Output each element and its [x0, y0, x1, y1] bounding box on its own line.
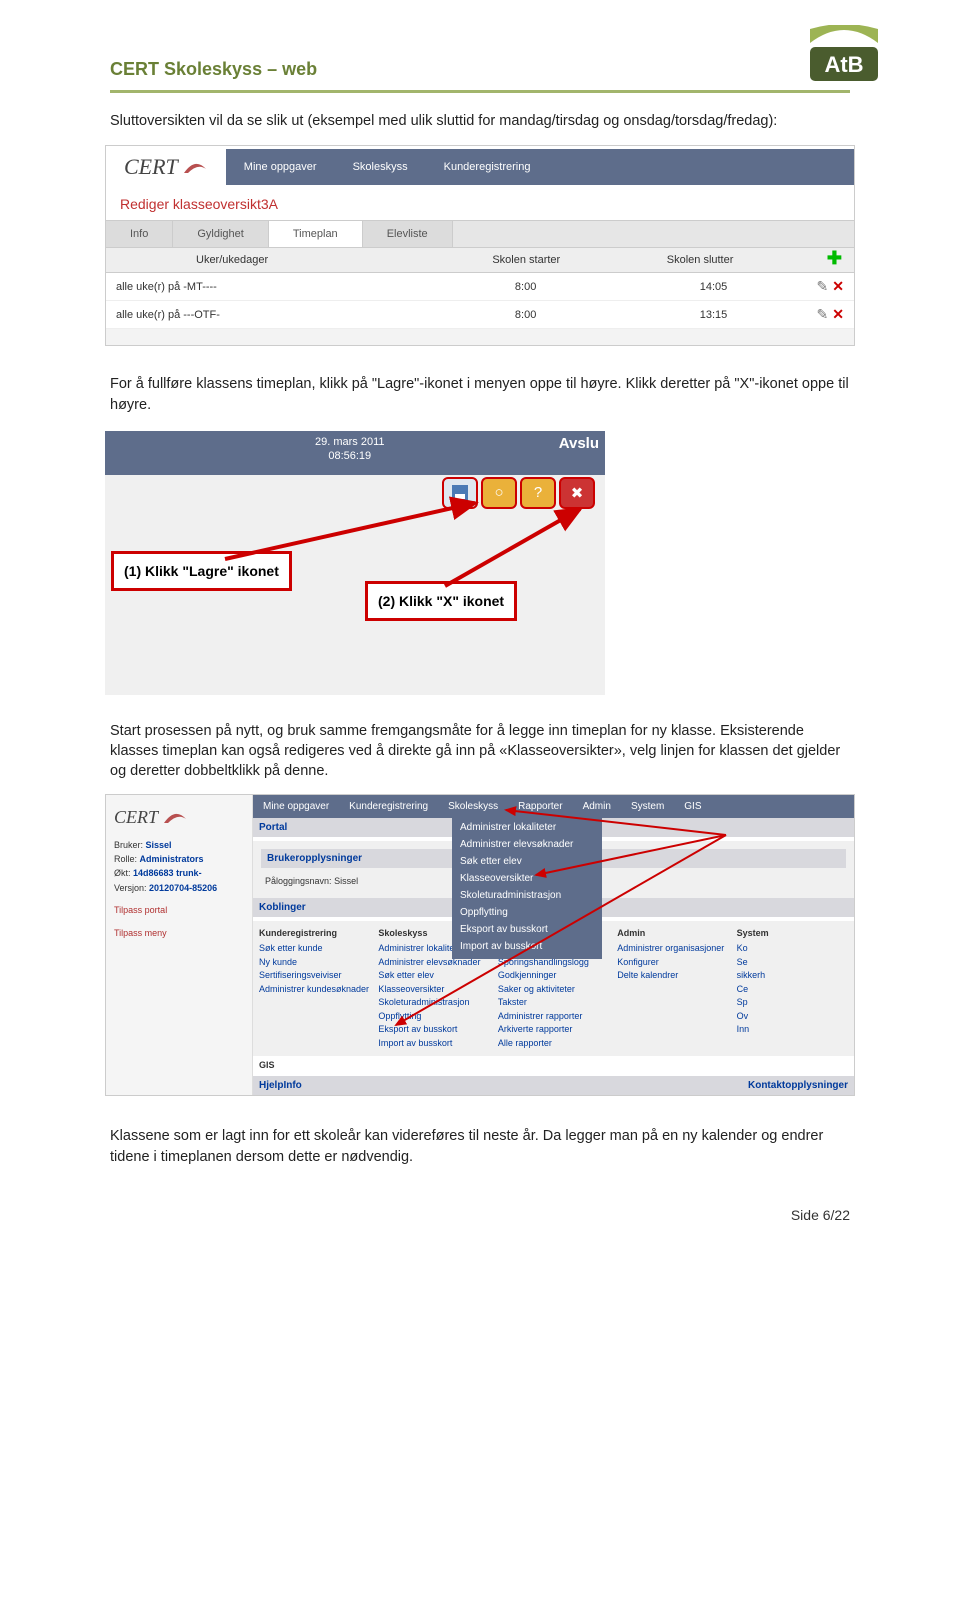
dropdown-item[interactable]: Søk etter elev	[452, 853, 602, 870]
edit-icon[interactable]: ✎	[817, 306, 829, 323]
edit-icon[interactable]: ✎	[817, 278, 829, 295]
column-header: Kunderegistrering	[259, 927, 370, 941]
cell: alle uke(r) på -MT----	[116, 281, 515, 293]
dropdown-item[interactable]: Oppflytting	[452, 904, 602, 921]
skoleskyss-dropdown[interactable]: Administrer lokaliteterAdministrer elevs…	[452, 815, 602, 959]
nav-item[interactable]: Kunderegistrering	[339, 795, 438, 818]
dropdown-item[interactable]: Administrer elevsøknader	[452, 836, 602, 853]
app-screenshot-1: CERT Mine oppgaver Skoleskyss Kunderegis…	[105, 145, 855, 346]
link-item[interactable]: Import av busskort	[378, 1037, 489, 1051]
link-item[interactable]: Ny kunde	[259, 956, 370, 970]
page-footer: Side 6/22	[110, 1207, 850, 1223]
callout-1: (1) Klikk "Lagre" ikonet	[111, 551, 292, 591]
doc-title: CERT Skoleskyss – web	[110, 59, 317, 80]
link-item[interactable]: Søk etter kunde	[259, 942, 370, 956]
link-item[interactable]: Sp	[737, 996, 848, 1010]
body-text: Klassene som er lagt inn for ett skoleår…	[110, 1126, 850, 1167]
cell: 8:00	[515, 309, 700, 321]
dropdown-item[interactable]: Administrer lokaliteter	[452, 819, 602, 836]
dropdown-item[interactable]: Eksport av busskort	[452, 921, 602, 938]
nav-item[interactable]: Mine oppgaver	[253, 795, 339, 818]
cell: 13:15	[700, 309, 817, 321]
link-item[interactable]: Oppflytting	[378, 1010, 489, 1024]
link-item[interactable]: Ov	[737, 1010, 848, 1024]
link-item[interactable]: Ce	[737, 983, 848, 997]
link-item[interactable]: Saker og aktiviteter	[498, 983, 609, 997]
tilpass-portal-link[interactable]: Tilpass portal	[114, 903, 244, 917]
table-row[interactable]: alle uke(r) på ---OTF- 8:00 13:15 ✎✕	[106, 301, 854, 329]
nav-item[interactable]: Skoleskyss	[335, 161, 426, 173]
cert-logo: CERT	[114, 803, 244, 832]
link-item[interactable]: Administrer organisasjoner	[617, 942, 728, 956]
cell: alle uke(r) på ---OTF-	[116, 309, 515, 321]
column-header: Skolen starter	[482, 248, 656, 272]
gis-label: GIS	[253, 1056, 854, 1070]
tab-elevliste[interactable]: Elevliste	[363, 221, 453, 247]
body-text: For å fullføre klassens timeplan, klikk …	[110, 374, 850, 415]
link-item[interactable]: Arkiverte rapporter	[498, 1023, 609, 1037]
nav-item[interactable]: Mine oppgaver	[226, 161, 335, 173]
app-screenshot-2: 29. mars 2011 08:56:19 Avslu ○ ? ✖ (1) K…	[105, 431, 605, 695]
delete-icon[interactable]: ✕	[832, 278, 844, 295]
circle-icon[interactable]: ○	[481, 477, 517, 509]
cell: 8:00	[515, 281, 700, 293]
link-item[interactable]: Skoleturadministrasjon	[378, 996, 489, 1010]
kontakt-label: Kontaktopplysninger	[748, 1080, 848, 1091]
save-icon[interactable]	[442, 477, 478, 509]
intro-text: Sluttoversikten vil da se slik ut (eksem…	[110, 111, 850, 131]
column-header: Uker/ukedager	[106, 248, 482, 272]
link-item[interactable]: Administrer rapporter	[498, 1010, 609, 1024]
app-screenshot-3: CERT Bruker: Sissel Rolle: Administrator…	[105, 794, 855, 1097]
link-item[interactable]: Takster	[498, 996, 609, 1010]
avslutt-label: Avslu	[559, 435, 599, 452]
page-subtitle: Rediger klasseoversikt3A	[106, 188, 854, 220]
hjelpinfo-label: HjelpInfo	[259, 1080, 302, 1091]
cell: 14:05	[700, 281, 817, 293]
link-item[interactable]: Søk etter elev	[378, 969, 489, 983]
link-item[interactable]: Godkjenninger	[498, 969, 609, 983]
cert-logo: CERT	[106, 146, 226, 188]
add-icon[interactable]: ✚	[815, 248, 854, 272]
tilpass-meny-link[interactable]: Tilpass meny	[114, 926, 244, 940]
close-icon[interactable]: ✖	[559, 477, 595, 509]
nav-item[interactable]: System	[621, 795, 674, 818]
section-title: Brukeropplysninger	[261, 849, 461, 868]
link-item[interactable]: Administrer kundesøknader	[259, 983, 370, 997]
link-item[interactable]: Klasseoversikter	[378, 983, 489, 997]
dropdown-item[interactable]: Skoleturadministrasjon	[452, 887, 602, 904]
tab-info[interactable]: Info	[106, 221, 173, 247]
delete-icon[interactable]: ✕	[832, 306, 844, 323]
dropdown-item[interactable]: Import av busskort	[452, 938, 602, 955]
tab-gyldighet[interactable]: Gyldighet	[173, 221, 268, 247]
divider	[110, 90, 850, 93]
column-header: Skolen slutter	[657, 248, 815, 272]
column-header: Admin	[617, 927, 728, 941]
link-item[interactable]: Konfigurer	[617, 956, 728, 970]
atb-logo-icon: AtB	[808, 25, 880, 88]
body-text: Start prosessen på nytt, og bruk samme f…	[110, 721, 850, 782]
nav-item[interactable]: GIS	[674, 795, 711, 818]
link-item[interactable]: Alle rapporter	[498, 1037, 609, 1051]
dropdown-item[interactable]: Klasseoversikter	[452, 870, 602, 887]
link-item[interactable]: sikkerh	[737, 969, 848, 983]
link-item[interactable]: Eksport av busskort	[378, 1023, 489, 1037]
callout-2: (2) Klikk "X" ikonet	[365, 581, 517, 621]
tab-timeplan[interactable]: Timeplan	[269, 221, 363, 247]
table-row[interactable]: alle uke(r) på -MT---- 8:00 14:05 ✎✕	[106, 273, 854, 301]
link-item[interactable]: Sertifiseringsveiviser	[259, 969, 370, 983]
link-item[interactable]: Ko	[737, 942, 848, 956]
column-header: System	[737, 927, 848, 941]
link-item[interactable]: Delte kalendrer	[617, 969, 728, 983]
datetime: 29. mars 2011 08:56:19	[315, 435, 385, 464]
link-item[interactable]: Se	[737, 956, 848, 970]
svg-text:AtB: AtB	[824, 52, 863, 77]
help-icon[interactable]: ?	[520, 477, 556, 509]
link-item[interactable]: Inn	[737, 1023, 848, 1037]
nav-item[interactable]: Kunderegistrering	[426, 161, 549, 173]
